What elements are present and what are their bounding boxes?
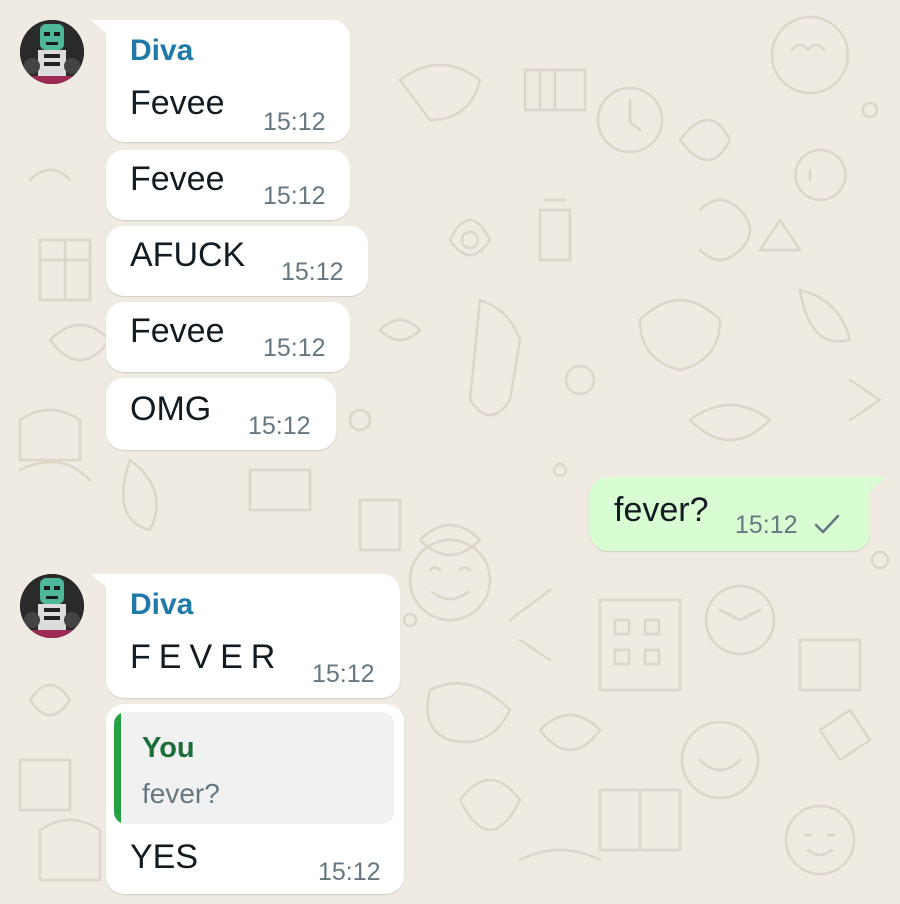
incoming-message[interactable]: Fevee 15:12 (106, 150, 350, 220)
contact-avatar[interactable] (20, 574, 84, 638)
message-time: 15:12 (318, 858, 381, 886)
outgoing-message[interactable]: fever? 15:12 (590, 477, 870, 551)
message-text: YES (130, 838, 199, 876)
message-text: Fevee (130, 312, 225, 350)
message-time: 15:12 (263, 182, 326, 210)
message-time: 15:12 (281, 258, 344, 286)
quoted-text: fever? (142, 778, 220, 809)
incoming-reply-message[interactable]: You fever? YES 15:12 (106, 704, 404, 894)
sender-name: Diva (130, 588, 194, 621)
message-text: Fevee (130, 160, 225, 198)
incoming-message[interactable]: Diva FEVER 15:12 (106, 574, 400, 698)
sender-name: Diva (130, 34, 194, 67)
message-time: 15:12 (263, 108, 326, 136)
message-text: AFUCK (130, 236, 246, 274)
quote-accent-bar (114, 712, 121, 824)
message-time: 15:12 (263, 334, 326, 362)
message-time: 15:12 (312, 660, 375, 688)
incoming-message[interactable]: OMG 15:12 (106, 378, 336, 450)
message-time: 15:12 (735, 511, 798, 539)
incoming-message[interactable]: Diva Fevee 15:12 (106, 20, 350, 142)
message-time: 15:12 (248, 412, 311, 440)
message-text: FEVER (130, 638, 284, 676)
message-text: OMG (130, 390, 212, 428)
contact-avatar[interactable] (20, 20, 84, 84)
message-text: Fevee (130, 84, 225, 122)
single-check-icon (814, 514, 840, 534)
quoted-message[interactable]: You fever? (114, 712, 394, 824)
message-text: fever? (614, 491, 709, 529)
incoming-message[interactable]: AFUCK 15:12 (106, 226, 368, 296)
incoming-message[interactable]: Fevee 15:12 (106, 302, 350, 372)
quoted-author: You (142, 732, 195, 764)
